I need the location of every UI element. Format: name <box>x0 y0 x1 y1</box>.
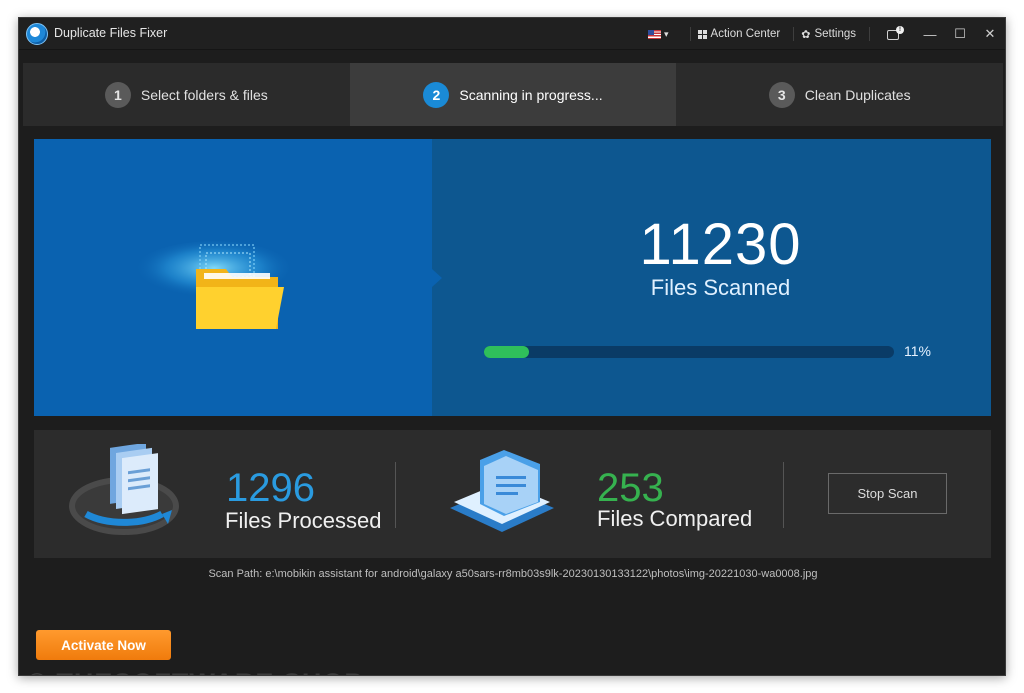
notification-badge: ! <box>896 26 904 34</box>
stop-scan-button[interactable]: Stop Scan <box>828 473 947 514</box>
files-compared-icon <box>450 450 554 532</box>
step-clean-duplicates: 3 Clean Duplicates <box>676 63 1004 126</box>
app-logo-icon <box>26 23 48 45</box>
settings-button[interactable]: ✿ Settings <box>801 28 856 41</box>
scan-path-text: Scan Path: e:\mobikin assistant for andr… <box>208 568 818 580</box>
step-label: Clean Duplicates <box>804 86 911 103</box>
app-title: Duplicate Files Fixer <box>54 26 168 40</box>
maximize-button[interactable]: ☐ <box>945 18 975 50</box>
step-select-folders: 1 Select folders & files <box>23 63 350 126</box>
scan-progress-panel: 11230 Files Scanned 11% <box>34 139 991 416</box>
files-compared-count: 253 <box>597 466 664 510</box>
language-selector[interactable]: ▾ <box>648 29 669 40</box>
scan-progress-percent: 11% <box>904 343 931 359</box>
step-number: 2 <box>423 81 450 108</box>
divider <box>793 27 795 41</box>
divider <box>689 27 691 41</box>
scan-progress-bar <box>484 346 894 358</box>
step-number: 1 <box>104 81 131 108</box>
chevron-down-icon: ▾ <box>664 28 669 39</box>
minimize-button[interactable]: — <box>915 18 945 50</box>
scanning-folder-icon <box>134 241 294 329</box>
us-flag-icon <box>648 29 661 39</box>
gear-icon: ✿ <box>801 28 811 41</box>
step-label: Select folders & files <box>140 86 268 103</box>
settings-label: Settings <box>814 28 856 40</box>
files-processed-label: Files Processed <box>225 508 382 533</box>
activate-now-button[interactable]: Activate Now <box>36 630 171 660</box>
files-compared-label: Files Compared <box>597 506 753 531</box>
app-window: Duplicate Files Fixer ▾ Action Center ✿ … <box>18 17 1006 676</box>
title-bar: Duplicate Files Fixer ▾ Action Center ✿ … <box>19 18 1005 50</box>
close-button[interactable]: ✕ <box>975 18 1005 50</box>
step-number: 3 <box>768 81 795 108</box>
scan-progress-fill <box>484 346 530 358</box>
files-processed-icon <box>69 444 179 535</box>
divider <box>869 27 870 41</box>
files-scanned-label: Files Scanned <box>650 275 791 300</box>
step-tabs: 1 Select folders & files 2 Scanning in p… <box>23 63 1004 126</box>
stats-divider <box>783 462 784 528</box>
step-label: Scanning in progress... <box>459 86 603 103</box>
step-scanning: 2 Scanning in progress... <box>349 63 677 126</box>
scan-illustration-area <box>34 139 432 416</box>
notification-icon[interactable]: ! <box>887 26 904 41</box>
files-processed-count: 1296 <box>226 466 315 510</box>
action-center-button[interactable]: Action Center <box>697 28 781 40</box>
action-center-label: Action Center <box>710 28 781 40</box>
scan-stats-panel: 1296 Files Processed 253 Files Compared … <box>34 430 991 558</box>
files-scanned-count: 11230 <box>639 212 802 277</box>
grid-icon <box>697 29 707 39</box>
stats-divider <box>395 462 396 528</box>
watermark-text: © THESOFTWARE.SHOP <box>27 668 363 675</box>
title-bar-controls: ▾ Action Center ✿ Settings ! — ☐ ✕ <box>648 18 1005 50</box>
